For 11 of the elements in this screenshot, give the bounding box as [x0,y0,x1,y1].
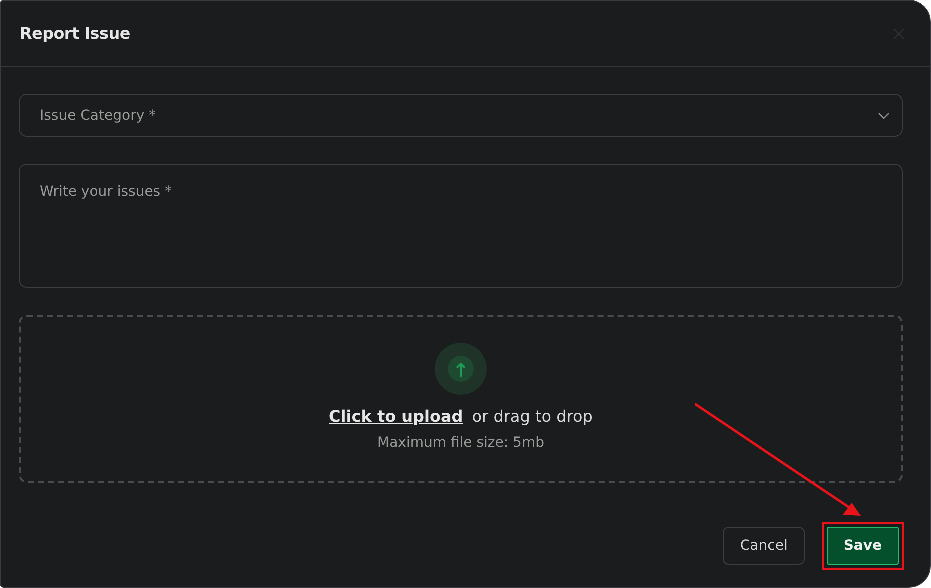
drag-drop-text: or drag to drop [472,407,593,426]
cancel-button[interactable]: Cancel [723,527,805,565]
dialog-title: Report Issue [20,24,130,43]
upload-link[interactable]: Click to upload [329,407,464,426]
chevron-down-icon [878,112,890,120]
file-size-hint: Maximum file size: 5mb [378,435,544,451]
category-select[interactable]: Issue Category * [19,94,903,137]
upload-dropzone[interactable]: Click to upload or drag to drop Maximum file size: 5mb [19,315,903,483]
save-button[interactable]: Save [826,527,899,565]
issue-field[interactable]: Write your issues * [19,164,903,288]
upload-icon [435,343,487,395]
